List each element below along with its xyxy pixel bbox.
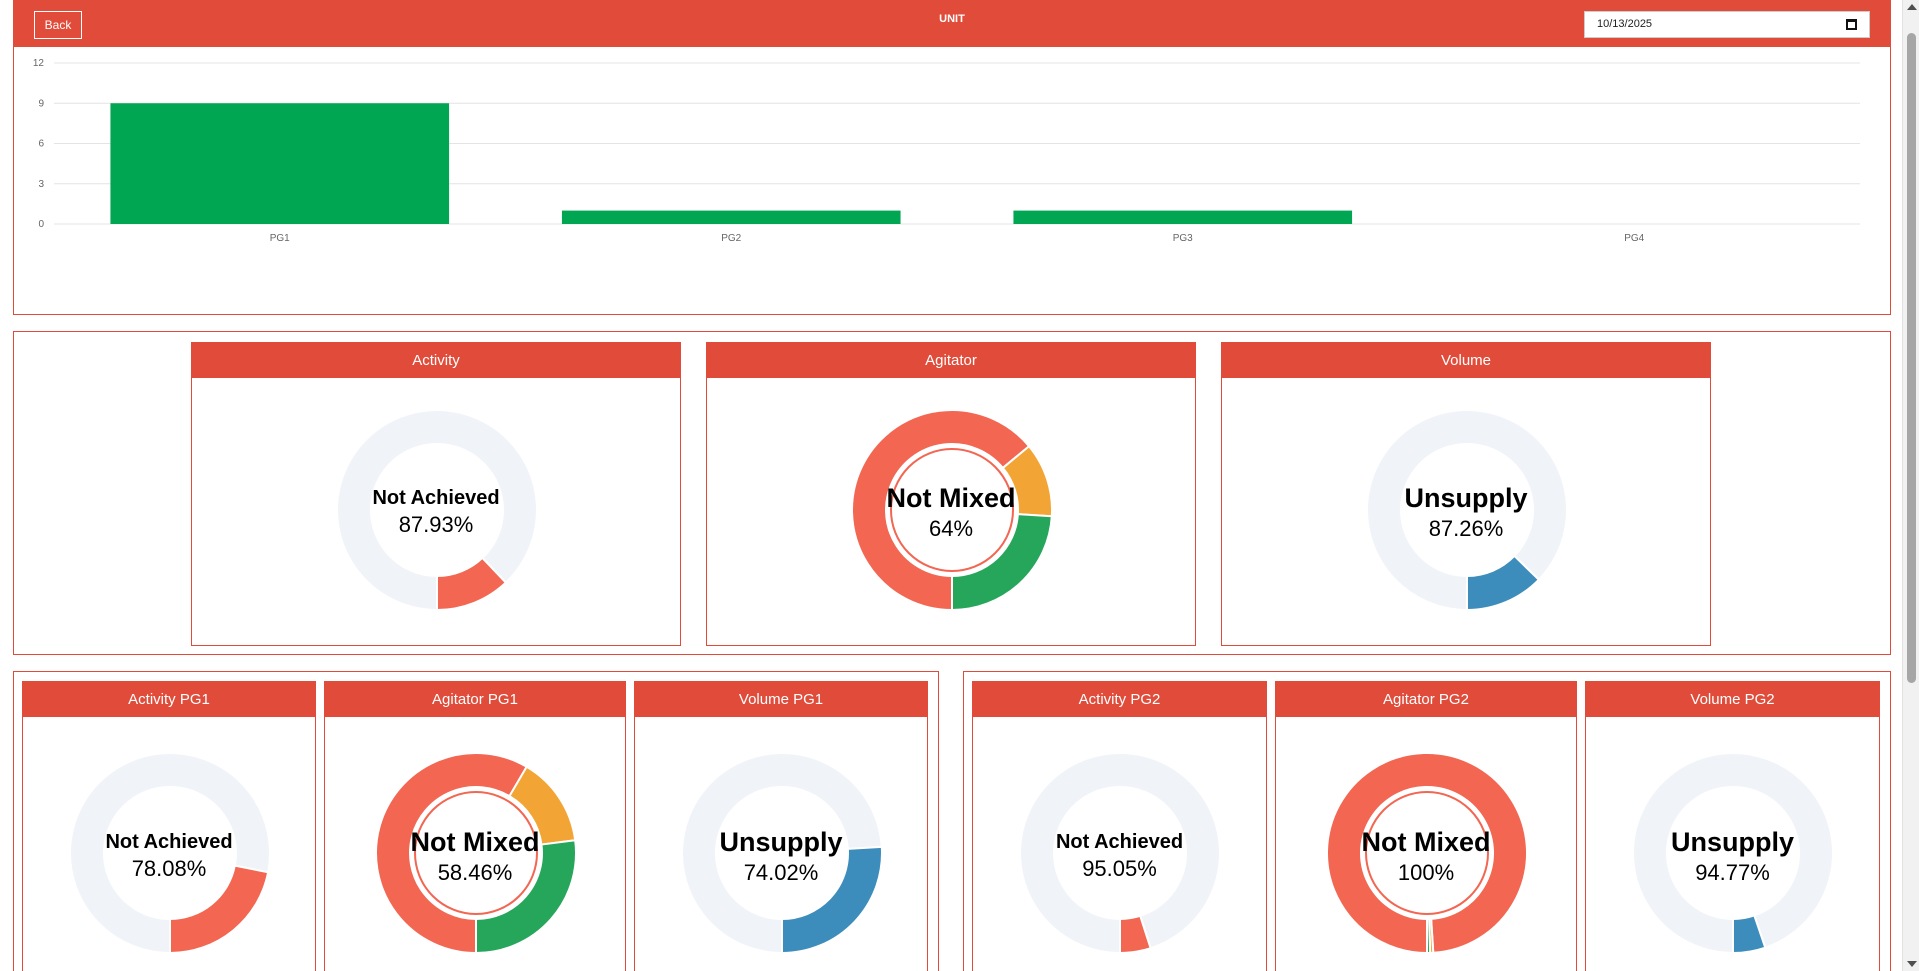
y-tick-label: 6 xyxy=(38,139,44,150)
pg1-panel: Activity PG1 Not Achieved 78.08% Agitato… xyxy=(13,671,939,971)
volume-pg1-status: Unsupply xyxy=(719,827,843,857)
summary-panel: Activity Not Achieved 87.93% Agitator No… xyxy=(13,331,1891,655)
page-scrollbar[interactable] xyxy=(1902,0,1919,971)
agitator-pg2-status: Not Mixed xyxy=(1361,827,1491,857)
volume-donut-label: Unsupply 87.26% xyxy=(1222,483,1710,542)
activity-pg2-card: Activity PG2 Not Achieved 95.05% xyxy=(972,681,1267,971)
agitator-pg2-label: Not Mixed 100% xyxy=(1276,827,1576,886)
activity-pg1-card: Activity PG1 Not Achieved 78.08% xyxy=(22,681,316,971)
calendar-icon[interactable] xyxy=(1846,19,1857,30)
volume-pg2-status: Unsupply xyxy=(1670,827,1794,857)
bar-pg2[interactable] xyxy=(561,210,901,224)
agitator-pg1-percent: 58.46% xyxy=(437,860,513,885)
activity-status: Not Achieved xyxy=(372,487,500,509)
activity-percent: 87.93% xyxy=(398,512,474,537)
x-tick-label: PG1 xyxy=(270,233,290,244)
volume-pg2-percent: 94.77% xyxy=(1695,860,1770,885)
bar-pg1[interactable] xyxy=(110,103,450,224)
agitator-pg1-title: Agitator PG1 xyxy=(325,682,625,717)
activity-pg2-title: Activity PG2 xyxy=(973,682,1266,717)
activity-pg2-status: Not Achieved xyxy=(1055,831,1184,853)
activity-pg1-title: Activity PG1 xyxy=(23,682,315,717)
scroll-thumb[interactable] xyxy=(1907,33,1916,683)
volume-status: Unsupply xyxy=(1404,483,1528,513)
date-value: 10/13/2025 xyxy=(1597,18,1653,30)
activity-pg1-percent: 78.08% xyxy=(131,856,207,881)
activity-pg1-status: Not Achieved xyxy=(105,831,233,853)
x-tick-label: PG4 xyxy=(1624,233,1644,244)
activity-pg2-label: Not Achieved 95.05% xyxy=(973,831,1266,882)
volume-percent: 87.26% xyxy=(1428,516,1504,541)
date-input[interactable]: 10/13/2025 xyxy=(1584,11,1870,38)
pg2-panel: Activity PG2 Not Achieved 95.05% Agitato… xyxy=(963,671,1891,971)
unit-header: Back UNIT 10/13/2025 xyxy=(14,1,1890,47)
activity-pg2-percent: 95.05% xyxy=(1082,856,1157,881)
y-tick-label: 3 xyxy=(38,179,44,190)
volume-pg1-title: Volume PG1 xyxy=(635,682,927,717)
volume-pg1-card: Volume PG1 Unsupply 74.02% xyxy=(634,681,928,971)
y-tick-label: 9 xyxy=(38,98,44,109)
agitator-pg2-percent: 100% xyxy=(1397,860,1455,885)
activity-card: Activity Not Achieved 87.93% xyxy=(191,342,681,646)
volume-pg1-percent: 74.02% xyxy=(743,860,819,885)
activity-donut-label: Not Achieved 87.93% xyxy=(192,487,680,538)
agitator-status: Not Mixed xyxy=(886,483,1016,513)
volume-pg2-title: Volume PG2 xyxy=(1586,682,1879,717)
volume-pg1-label: Unsupply 74.02% xyxy=(635,827,927,886)
unit-bar-chart: 0 3 6 9 12 PG1 PG2 PG3 PG4 xyxy=(33,58,1860,244)
x-tick-label: PG3 xyxy=(1173,233,1193,244)
agitator-card: Agitator Not Mixed 64% xyxy=(706,342,1196,646)
activity-card-title: Activity xyxy=(192,343,680,378)
bar-pg3[interactable] xyxy=(1013,210,1353,224)
agitator-pg2-title: Agitator PG2 xyxy=(1276,682,1576,717)
agitator-pg2-card: Agitator PG2 Not Mixed 100% xyxy=(1275,681,1577,971)
scroll-down-icon[interactable] xyxy=(1907,961,1917,967)
volume-card-title: Volume xyxy=(1222,343,1710,378)
agitator-percent: 64% xyxy=(928,516,974,541)
agitator-card-title: Agitator xyxy=(707,343,1195,378)
volume-pg2-label: Unsupply 94.77% xyxy=(1586,827,1879,886)
agitator-pg1-card: Agitator PG1 Not Mixed 58.46% xyxy=(324,681,626,971)
y-tick-label: 12 xyxy=(33,58,45,69)
unit-chart-panel: Back UNIT 10/13/2025 0 3 6 9 12 PG1 PG2 PG3 PG4 xyxy=(13,0,1891,315)
x-tick-label: PG2 xyxy=(721,233,741,244)
agitator-pg1-status: Not Mixed xyxy=(410,827,540,857)
scroll-up-icon[interactable] xyxy=(1907,4,1917,10)
volume-pg2-card: Volume PG2 Unsupply 94.77% xyxy=(1585,681,1880,971)
agitator-pg1-label: Not Mixed 58.46% xyxy=(325,827,625,886)
y-tick-label: 0 xyxy=(38,219,44,230)
donut-segment[interactable] xyxy=(1426,917,1432,955)
dashboard-page: Back UNIT 10/13/2025 0 3 6 9 12 PG1 PG2 PG3 PG4 … xyxy=(0,0,1919,971)
activity-pg1-label: Not Achieved 78.08% xyxy=(23,831,315,882)
volume-card: Volume Unsupply 87.26% xyxy=(1221,342,1711,646)
agitator-donut-label: Not Mixed 64% xyxy=(707,483,1195,542)
